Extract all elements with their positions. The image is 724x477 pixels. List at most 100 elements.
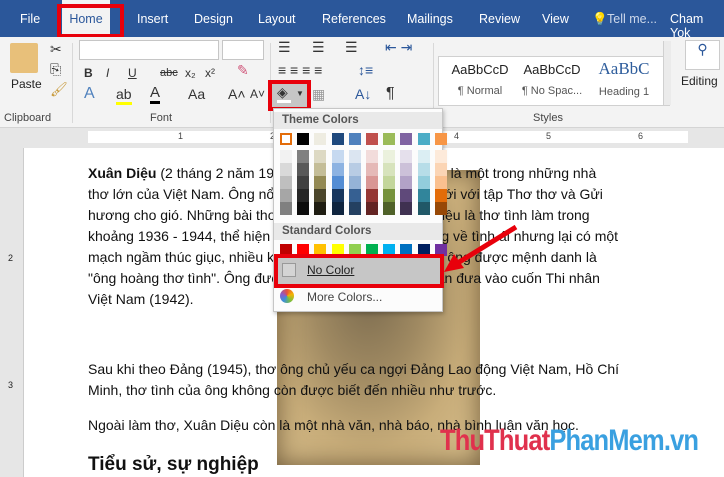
italic-button[interactable]: I: [106, 65, 109, 81]
underline-button[interactable]: U: [128, 65, 137, 81]
user-name[interactable]: Cham Yok: [670, 12, 724, 40]
theme-shade-swatch[interactable]: [434, 202, 447, 215]
theme-color-swatch[interactable]: [383, 133, 396, 145]
shrink-font-icon[interactable]: A˅: [250, 86, 265, 102]
theme-shade-swatch[interactable]: [348, 189, 361, 202]
theme-shade-swatch[interactable]: [297, 189, 310, 202]
theme-shade-swatch[interactable]: [417, 189, 430, 202]
style-no-spacing[interactable]: AaBbCcD ¶ No Spac...: [517, 62, 587, 97]
theme-shade-swatch[interactable]: [331, 189, 344, 202]
theme-shade-swatch[interactable]: [280, 163, 292, 176]
styles-scrollbar[interactable]: [663, 41, 671, 105]
tab-references[interactable]: References: [322, 12, 386, 26]
theme-shade-swatch[interactable]: [400, 176, 413, 189]
tab-design[interactable]: Design: [194, 12, 233, 26]
more-colors-option[interactable]: More Colors...: [278, 289, 442, 307]
clear-formatting-icon[interactable]: ✎: [237, 62, 249, 78]
tab-file[interactable]: File: [20, 12, 40, 26]
tab-layout[interactable]: Layout: [258, 12, 296, 26]
theme-shade-swatch[interactable]: [434, 176, 447, 189]
copy-icon[interactable]: ⎘: [50, 61, 61, 77]
theme-color-swatch[interactable]: [417, 133, 430, 145]
theme-shade-swatch[interactable]: [366, 189, 378, 202]
theme-shade-swatch[interactable]: [417, 163, 430, 176]
theme-shade-swatch[interactable]: [400, 150, 413, 163]
editing-button[interactable]: Editing: [681, 74, 718, 88]
theme-shade-swatch[interactable]: [348, 202, 361, 215]
theme-shade-swatch[interactable]: [417, 150, 430, 163]
strikethrough-button[interactable]: abc: [160, 65, 178, 81]
theme-shade-swatch[interactable]: [348, 176, 361, 189]
search-icon[interactable]: ⚲: [685, 40, 720, 70]
theme-shade-swatch[interactable]: [297, 150, 310, 163]
font-color-icon[interactable]: A: [150, 85, 161, 104]
borders-icon[interactable]: ▦: [312, 86, 325, 102]
tab-view[interactable]: View: [542, 12, 569, 26]
theme-color-swatch[interactable]: [314, 133, 327, 145]
theme-shade-swatch[interactable]: [297, 176, 310, 189]
theme-shade-swatch[interactable]: [383, 189, 396, 202]
tell-me-search[interactable]: Tell me...: [607, 12, 657, 26]
multilevel-list-icon[interactable]: ☰: [345, 39, 358, 55]
theme-color-swatch[interactable]: [366, 133, 378, 145]
theme-shade-swatch[interactable]: [331, 150, 344, 163]
theme-shade-swatch[interactable]: [314, 176, 327, 189]
cut-icon[interactable]: ✂: [50, 41, 62, 57]
highlight-color-icon[interactable]: ab: [116, 86, 132, 105]
theme-shade-swatch[interactable]: [348, 163, 361, 176]
theme-color-swatch[interactable]: [400, 133, 413, 145]
theme-color-swatch[interactable]: [297, 133, 310, 145]
theme-shade-swatch[interactable]: [366, 202, 378, 215]
paste-button[interactable]: Paste: [11, 77, 42, 91]
format-painter-icon[interactable]: 🖌: [50, 81, 68, 97]
theme-shade-swatch[interactable]: [434, 150, 447, 163]
theme-color-swatch[interactable]: [280, 133, 292, 145]
show-paragraph-marks-icon[interactable]: ¶: [386, 86, 395, 102]
theme-shade-swatch[interactable]: [297, 163, 310, 176]
tab-insert[interactable]: Insert: [137, 12, 168, 26]
subscript-button[interactable]: x₂: [185, 65, 196, 81]
font-size-select[interactable]: [222, 40, 264, 60]
theme-shade-swatch[interactable]: [297, 202, 310, 215]
theme-shade-swatch[interactable]: [348, 150, 361, 163]
style-heading-1[interactable]: AaBbC Heading 1: [589, 59, 659, 98]
theme-shade-swatch[interactable]: [280, 176, 292, 189]
theme-shade-swatch[interactable]: [383, 176, 396, 189]
theme-shade-swatch[interactable]: [434, 189, 447, 202]
theme-shade-swatch[interactable]: [314, 163, 327, 176]
theme-shade-swatch[interactable]: [331, 163, 344, 176]
theme-shade-swatch[interactable]: [366, 163, 378, 176]
theme-shade-swatch[interactable]: [417, 176, 430, 189]
theme-shade-swatch[interactable]: [383, 163, 396, 176]
theme-shade-swatch[interactable]: [280, 189, 292, 202]
theme-shade-swatch[interactable]: [314, 150, 327, 163]
superscript-button[interactable]: x²: [205, 65, 215, 81]
theme-color-swatch[interactable]: [434, 133, 447, 145]
numbering-icon[interactable]: ☰: [312, 39, 325, 55]
theme-shade-swatch[interactable]: [434, 163, 447, 176]
theme-shade-swatch[interactable]: [331, 176, 344, 189]
theme-shade-swatch[interactable]: [400, 189, 413, 202]
bullets-icon[interactable]: ☰: [278, 39, 291, 55]
theme-shade-swatch[interactable]: [314, 189, 327, 202]
theme-color-swatch[interactable]: [348, 133, 361, 145]
theme-shade-swatch[interactable]: [331, 202, 344, 215]
theme-shade-swatch[interactable]: [383, 202, 396, 215]
theme-color-swatch[interactable]: [331, 133, 344, 145]
bold-button[interactable]: B: [84, 65, 93, 81]
change-case-button[interactable]: Aa: [188, 86, 205, 102]
text-effects-icon[interactable]: A: [84, 86, 95, 102]
theme-shade-swatch[interactable]: [314, 202, 327, 215]
tab-review[interactable]: Review: [479, 12, 520, 26]
theme-shade-swatch[interactable]: [417, 202, 430, 215]
tab-mailings[interactable]: Mailings: [407, 12, 453, 26]
theme-shade-swatch[interactable]: [400, 163, 413, 176]
align-icons[interactable]: ≡ ≡ ≡ ≡: [278, 62, 322, 78]
theme-shade-swatch[interactable]: [366, 150, 378, 163]
indent-icon[interactable]: ⇤ ⇥: [385, 39, 412, 55]
sort-icon[interactable]: A↓: [355, 86, 371, 102]
style-normal[interactable]: AaBbCcD ¶ Normal: [445, 62, 515, 97]
theme-shade-swatch[interactable]: [280, 202, 292, 215]
theme-shade-swatch[interactable]: [366, 176, 378, 189]
theme-shade-swatch[interactable]: [400, 202, 413, 215]
